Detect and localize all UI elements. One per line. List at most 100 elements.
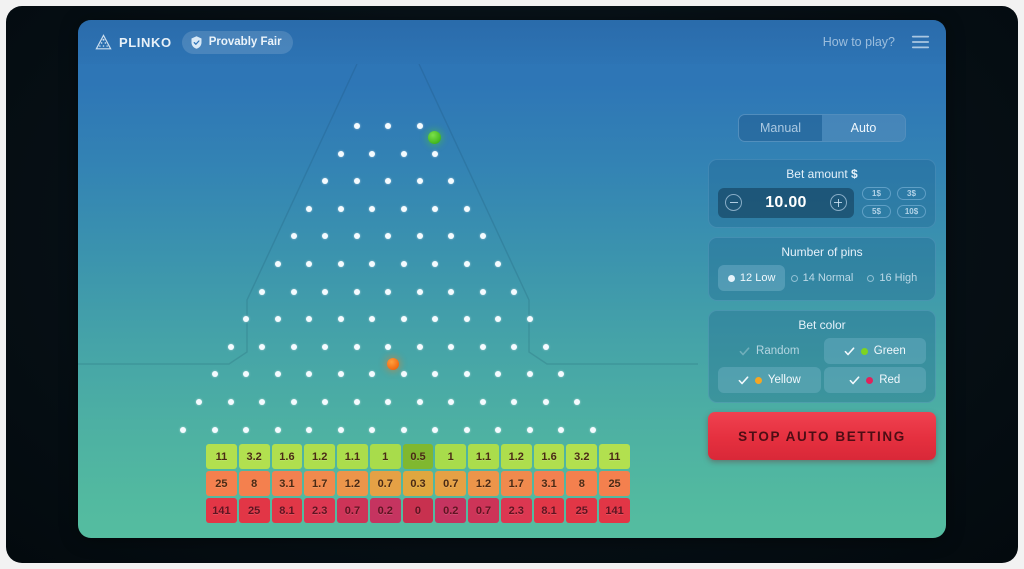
pin <box>479 343 486 350</box>
quick-bet-chip-5[interactable]: 5$ <box>862 205 891 218</box>
multiplier-cell: 1.2 <box>304 444 336 469</box>
multiplier-cell: 0.5 <box>402 444 434 469</box>
pin <box>479 233 486 240</box>
bet-amount-value[interactable]: 10.00 <box>765 194 807 212</box>
pin <box>337 150 344 157</box>
pin <box>432 426 439 433</box>
pin <box>385 399 391 405</box>
multiplier-cell: 0.2 <box>435 498 467 523</box>
bet-amount-stepper: 10.00 <box>718 187 854 218</box>
multiplier-cell: 25 <box>238 498 270 523</box>
check-icon <box>844 346 855 355</box>
pin <box>290 288 297 295</box>
pin <box>511 288 517 295</box>
pin <box>337 371 344 378</box>
quick-bet-chips: 1$ 3$ 5$ 10$ <box>862 187 926 218</box>
pin <box>306 316 313 323</box>
multiplier-cell: 1.2 <box>500 444 532 469</box>
pin <box>416 399 423 405</box>
multiplier-cell: 141 <box>206 498 237 523</box>
stop-auto-betting-button[interactable]: STOP AUTO BETTING <box>708 412 936 460</box>
number-of-pins-options: 12 Low 14 Normal 16 High <box>718 265 926 291</box>
multiplier-cell: 1.6 <box>271 444 303 469</box>
pin-option-14-normal[interactable]: 14 Normal <box>788 265 855 291</box>
plus-circle-icon[interactable] <box>829 194 847 211</box>
quick-bet-chip-1[interactable]: 1$ <box>862 187 891 200</box>
pin <box>259 399 265 405</box>
bet-color-options: Random Green Yellow Red <box>718 338 926 393</box>
pin <box>227 399 234 405</box>
provably-fair-badge[interactable]: Provably Fair <box>181 30 293 54</box>
multiplier-cell: 8 <box>566 471 598 496</box>
how-to-play-link[interactable]: How to play? <box>823 35 895 49</box>
pin <box>274 371 281 378</box>
pin-option-label: 12 Low <box>739 272 776 284</box>
tab-manual[interactable]: Manual <box>739 115 822 141</box>
pin <box>369 150 376 157</box>
minus-circle-icon[interactable] <box>725 194 742 211</box>
multiplier-cell: 0.2 <box>369 498 401 523</box>
pin <box>495 371 502 378</box>
bet-color-option-random[interactable]: Random <box>718 338 821 364</box>
pin <box>526 316 533 323</box>
quick-bet-chip-3[interactable]: 3$ <box>897 187 926 200</box>
pin <box>322 399 328 405</box>
bet-color-option-yellow[interactable]: Yellow <box>718 367 821 393</box>
pin <box>495 261 502 267</box>
multiplier-grid: 11 3.2 1.6 1.2 1.1 1 0.5 1 1.1 1.2 1.6 3.2 11 25 8 3.1 1… <box>206 444 630 525</box>
bet-color-option-red[interactable]: Red <box>823 367 926 393</box>
pin <box>306 426 313 433</box>
pin <box>400 261 407 267</box>
pin <box>495 316 502 323</box>
check-icon <box>849 375 860 384</box>
hamburger-menu-icon[interactable] <box>911 35 930 49</box>
pin <box>274 261 281 267</box>
multiplier-cell: 1.2 <box>468 471 499 496</box>
pin <box>448 399 454 405</box>
multiplier-cell: 25 <box>566 498 598 523</box>
pin <box>322 178 328 185</box>
bet-amount-card: Bet amount $ 10.00 1$ 3$ 5$ 10$ <box>708 159 936 228</box>
pin <box>526 426 533 433</box>
pin <box>574 399 580 405</box>
pin <box>416 178 423 185</box>
pin <box>290 233 297 240</box>
multiplier-cell: 0.7 <box>468 498 499 523</box>
tab-auto[interactable]: Auto <box>822 115 905 141</box>
pin <box>306 261 313 267</box>
radio-icon <box>790 274 798 282</box>
bet-color-option-green[interactable]: Green <box>823 338 926 364</box>
mode-tabs: Manual Auto <box>738 114 906 142</box>
pin <box>400 371 407 378</box>
pin <box>227 343 234 350</box>
pin <box>243 316 250 323</box>
bet-amount-label: Bet amount <box>786 167 848 181</box>
multiplier-cell: 1.1 <box>337 444 368 469</box>
pin <box>558 371 565 378</box>
control-panel: Manual Auto Bet amount $ 10.00 1$ 3$ 5$ … <box>698 64 946 538</box>
quick-bet-chip-10[interactable]: 10$ <box>897 205 926 218</box>
radio-icon <box>867 274 875 282</box>
pin <box>211 371 218 378</box>
pin <box>463 426 470 433</box>
pin <box>369 371 376 378</box>
pin <box>369 205 376 212</box>
pin <box>432 316 439 323</box>
bet-color-title: Bet color <box>798 318 846 332</box>
pin <box>337 316 344 323</box>
pin <box>448 343 454 350</box>
pin <box>479 399 486 405</box>
pin <box>416 343 423 350</box>
multiplier-cell: 1.1 <box>468 444 499 469</box>
pin <box>259 288 265 295</box>
pin <box>432 205 439 212</box>
bet-amount-title: Bet amount $ <box>718 167 926 181</box>
app-header: PLINKO Provably Fair How to play? <box>78 20 946 64</box>
check-empty-icon <box>739 346 750 355</box>
bet-color-card: Bet color Random Green Yellow Red <box>708 310 936 403</box>
multiplier-cell: 3.2 <box>566 444 598 469</box>
pin-option-12-low[interactable]: 12 Low <box>718 265 786 291</box>
pin <box>306 371 313 378</box>
pin-option-16-high[interactable]: 16 High <box>859 265 926 291</box>
pin-option-label: 16 High <box>879 272 918 284</box>
